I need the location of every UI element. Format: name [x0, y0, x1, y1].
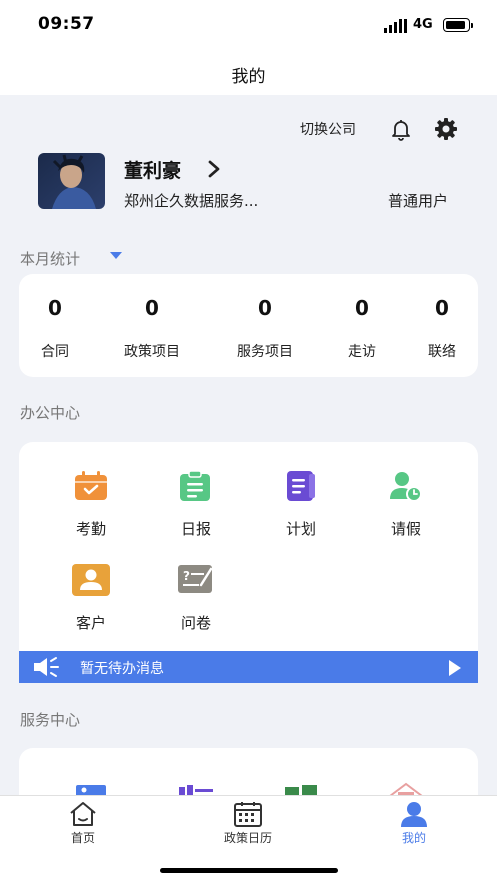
- stat-value: 0: [48, 296, 62, 320]
- signal-icon: [384, 19, 407, 33]
- svg-text:?: ?: [183, 569, 190, 583]
- stat-value: 0: [355, 296, 369, 320]
- monthly-stats-title[interactable]: 本月统计: [20, 248, 80, 269]
- home-indicator: [160, 868, 338, 873]
- tab-label: 政策日历: [223, 831, 272, 845]
- stat-label: 服务项目: [237, 344, 293, 360]
- tab-label: 首页: [70, 831, 95, 845]
- leave-icon: [390, 472, 422, 502]
- office-item-label: 客户: [75, 614, 106, 632]
- tab-label: 我的: [401, 831, 426, 845]
- stat-label: 联络: [428, 344, 456, 360]
- office-item-label: 考勤: [75, 520, 106, 538]
- attendance-icon: [75, 471, 107, 500]
- profile-icon: [401, 802, 427, 827]
- daily-report-icon: [180, 470, 210, 501]
- user-role: 普通用户: [388, 192, 449, 210]
- switch-company-button[interactable]: 切换公司: [300, 119, 356, 139]
- caret-down-icon[interactable]: [110, 252, 122, 259]
- stat-value: 0: [435, 296, 449, 320]
- company-name: 郑州企久数据服务...: [124, 192, 259, 210]
- avatar[interactable]: [38, 153, 105, 209]
- questionnaire-icon: ?: [178, 565, 213, 593]
- page-title: 我的: [231, 67, 266, 87]
- monthly-stats-card: [19, 274, 478, 377]
- stat-value: 0: [258, 296, 272, 320]
- stat-value: 0: [145, 296, 159, 320]
- battery-icon: [443, 18, 473, 32]
- office-center-title: 办公中心: [20, 404, 81, 422]
- gear-icon[interactable]: [434, 117, 458, 141]
- calendar-icon: [234, 802, 262, 827]
- user-name[interactable]: 董利豪: [124, 156, 181, 183]
- todo-message: 暂无待办消息: [80, 661, 164, 677]
- stat-label: 合同: [41, 344, 69, 360]
- office-item-label: 日报: [180, 520, 211, 538]
- stat-label: 政策项目: [124, 344, 180, 360]
- nav-bar: 我的: [0, 50, 497, 95]
- status-bar: 09:57 4G: [0, 0, 497, 50]
- plan-icon: [287, 471, 315, 501]
- home-icon: [70, 802, 96, 826]
- status-time: 09:57: [38, 14, 95, 34]
- customer-icon: [72, 564, 110, 596]
- service-center-title: 服务中心: [20, 711, 81, 729]
- play-arrow-icon[interactable]: [449, 660, 461, 676]
- service-icon-4[interactable]: [388, 782, 424, 796]
- speaker-icon: [34, 657, 59, 677]
- bell-icon[interactable]: [389, 117, 413, 141]
- network-label: 4G: [413, 17, 433, 32]
- chevron-right-icon[interactable]: [206, 159, 222, 179]
- office-item-label: 请假: [390, 520, 421, 538]
- office-item-label: 问卷: [180, 614, 211, 632]
- office-item-label: 计划: [285, 520, 316, 538]
